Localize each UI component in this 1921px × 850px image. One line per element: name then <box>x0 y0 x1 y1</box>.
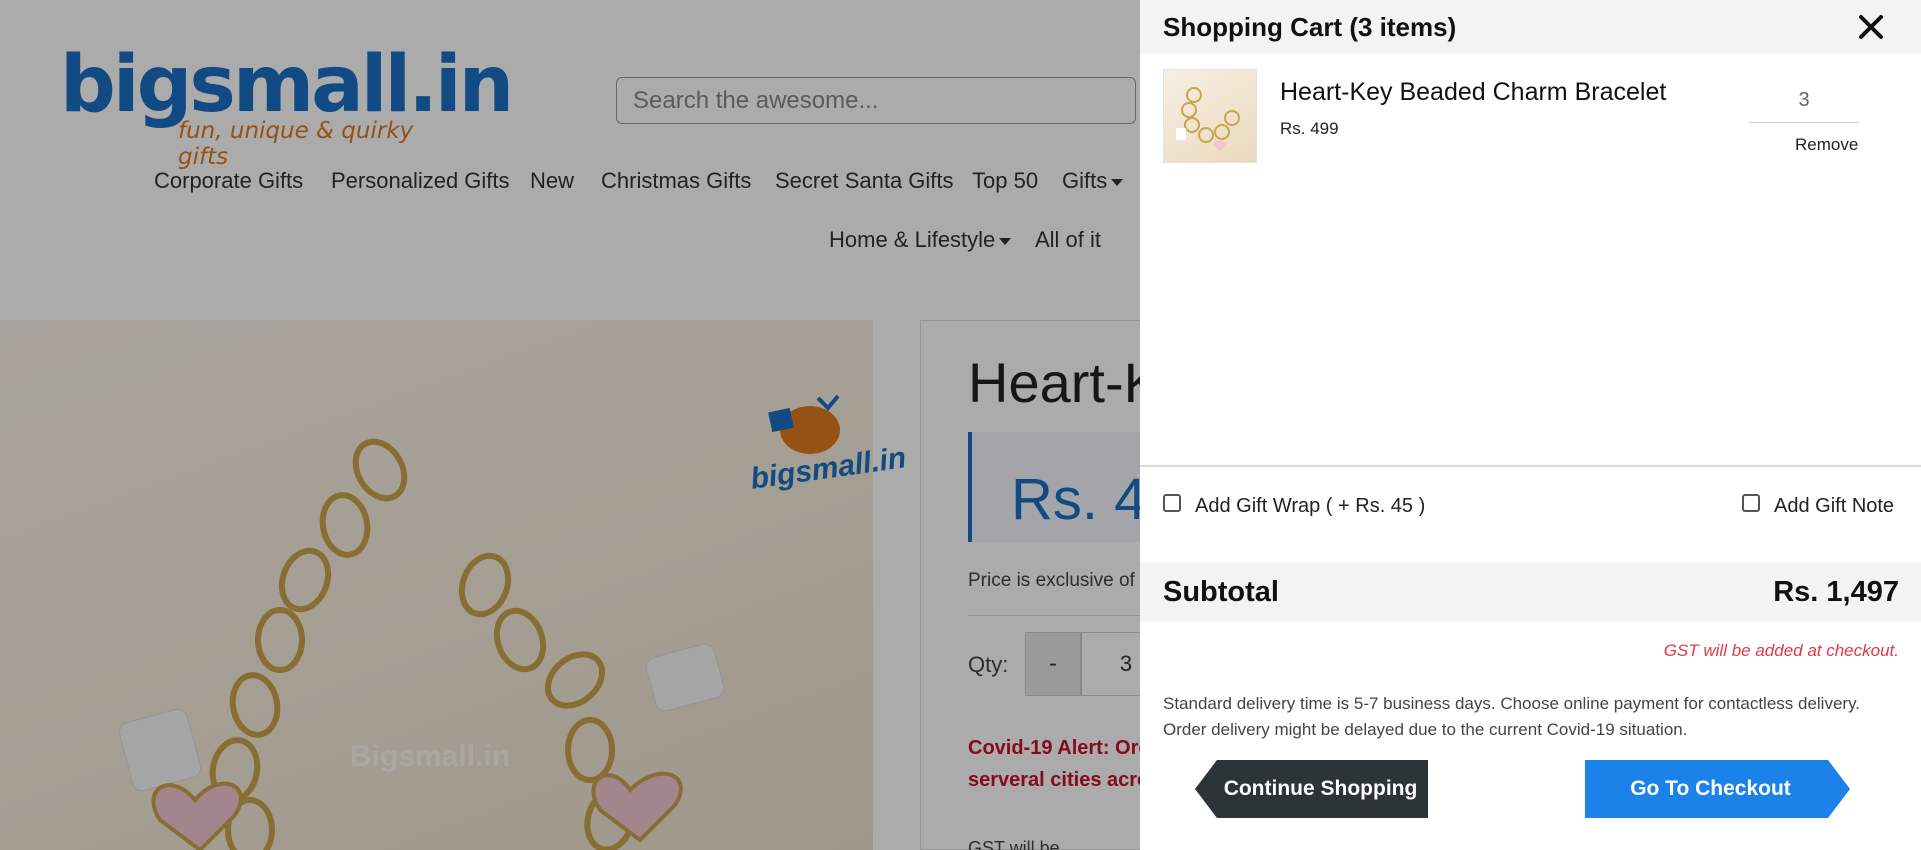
cart-header: Shopping Cart (3 items) <box>1140 0 1921 54</box>
continue-shopping-button[interactable]: Continue Shopping <box>1195 760 1428 818</box>
gift-note-label[interactable]: Add Gift Note <box>1774 495 1894 518</box>
cart-item-thumbnail[interactable] <box>1163 69 1257 163</box>
cart-item-price: Rs. 499 <box>1280 119 1339 138</box>
bracelet-thumbnail-icon <box>1176 87 1240 151</box>
close-icon[interactable] <box>1855 11 1887 43</box>
cart-item-remove-link[interactable]: Remove <box>1795 135 1858 155</box>
modal-overlay[interactable] <box>0 0 1140 850</box>
continue-shopping-label: Continue Shopping <box>1223 777 1418 800</box>
gst-note: GST will be added at checkout. <box>1663 641 1899 660</box>
cart-item: Heart-Key Beaded Charm Bracelet Rs. 499 … <box>1140 54 1921 164</box>
subtotal-label: Subtotal <box>1163 576 1279 608</box>
subtotal-value: Rs. 1,497 <box>1773 576 1899 608</box>
checkout-label: Go To Checkout <box>1630 777 1791 800</box>
cart-item-qty-input[interactable] <box>1749 78 1859 123</box>
gift-wrap-checkbox[interactable] <box>1163 494 1181 512</box>
cart-title: Shopping Cart (3 items) <box>1163 12 1457 42</box>
cart-item-name[interactable]: Heart-Key Beaded Charm Bracelet <box>1280 78 1666 107</box>
delivery-line-1: Standard delivery time is 5-7 business d… <box>1163 694 1861 713</box>
gift-wrap-label[interactable]: Add Gift Wrap ( + Rs. 45 ) <box>1195 495 1425 518</box>
subtotal-bar: Subtotal Rs. 1,497 <box>1140 562 1921 622</box>
cart-divider <box>1140 465 1921 467</box>
gift-options: Add Gift Wrap ( + Rs. 45 ) Add Gift Note <box>1140 490 1921 530</box>
delivery-line-2: Order delivery might be delayed due to t… <box>1163 720 1688 739</box>
checkout-button[interactable]: Go To Checkout <box>1585 760 1850 818</box>
cart-drawer: Shopping Cart (3 items) Heart-Key Beaded… <box>1140 0 1921 850</box>
gift-note-checkbox[interactable] <box>1742 494 1760 512</box>
delivery-info: Standard delivery time is 5-7 business d… <box>1163 691 1903 743</box>
